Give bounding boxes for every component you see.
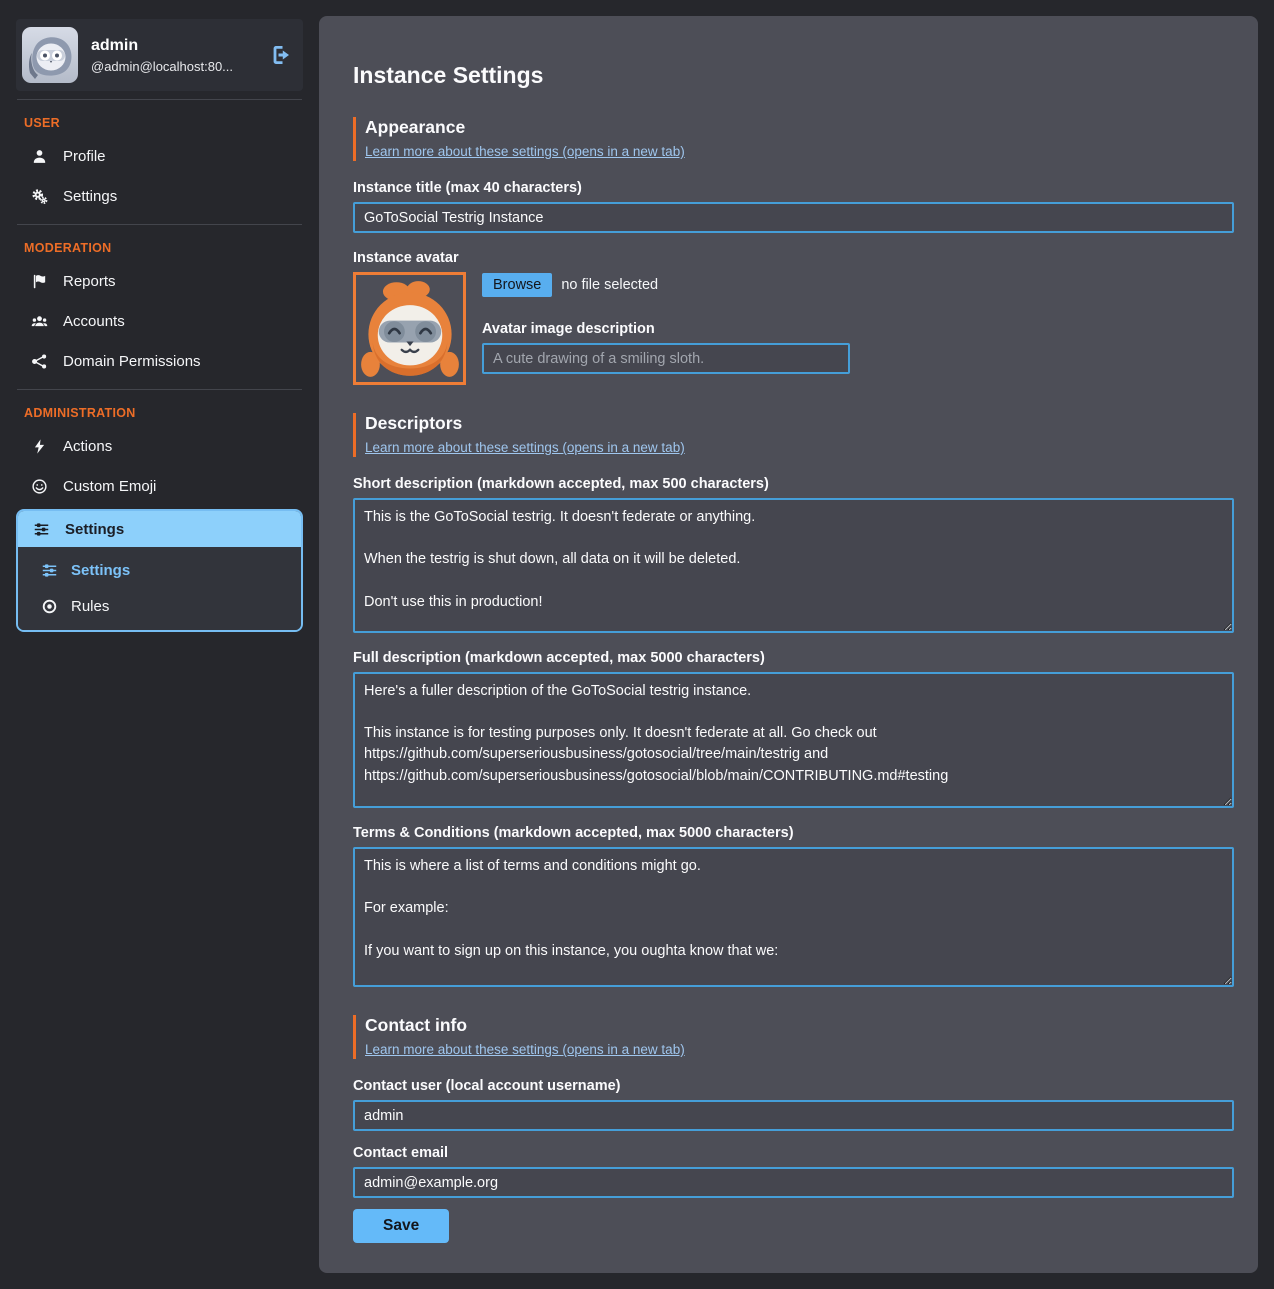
- users-icon: [30, 312, 48, 330]
- avatar-file-column: Browse no file selected Avatar image des…: [482, 272, 1234, 385]
- avatar-file-input: Browse no file selected: [482, 273, 1234, 297]
- save-button[interactable]: Save: [353, 1209, 449, 1243]
- terms-textarea[interactable]: This is where a list of terms and condit…: [353, 847, 1234, 987]
- sidebar-item-custom-emoji[interactable]: Custom Emoji: [16, 466, 303, 506]
- terms-label: Terms & Conditions (markdown accepted, m…: [353, 825, 1234, 841]
- page-title: Instance Settings: [353, 62, 1234, 89]
- profile-names: admin @admin@localhost:80...: [91, 37, 233, 74]
- profile-card[interactable]: admin @admin@localhost:80...: [16, 19, 303, 91]
- page: admin @admin@localhost:80... USER Profil…: [0, 0, 1274, 1289]
- instance-avatar-row: Browse no file selected Avatar image des…: [353, 272, 1234, 385]
- divider: [17, 224, 302, 225]
- contact-heading: Contact info: [365, 1015, 1234, 1036]
- short-description-label: Short description (markdown accepted, ma…: [353, 476, 1234, 492]
- sidebar-item-user-settings[interactable]: Settings: [16, 176, 303, 216]
- descriptors-section-header: Descriptors Learn more about these setti…: [353, 413, 1234, 457]
- sidebar-section-moderation: MODERATION: [16, 233, 303, 261]
- sidebar-item-label: Custom Emoji: [63, 478, 156, 495]
- sliders-icon: [40, 561, 58, 579]
- submenu-item-settings[interactable]: Settings: [32, 552, 301, 588]
- short-description-textarea[interactable]: This is the GoToSocial testrig. It doesn…: [353, 498, 1234, 633]
- sidebar-item-domain-permissions[interactable]: Domain Permissions: [16, 341, 303, 381]
- instance-title-input[interactable]: [353, 202, 1234, 233]
- sidebar-item-label: Actions: [63, 438, 112, 455]
- profile-handle: @admin@localhost:80...: [91, 59, 233, 74]
- contact-email-input[interactable]: [353, 1167, 1234, 1198]
- sidebar-item-label: Domain Permissions: [63, 353, 201, 370]
- contact-section-header: Contact info Learn more about these sett…: [353, 1015, 1234, 1059]
- divider: [17, 389, 302, 390]
- circle-dot-icon: [40, 597, 58, 615]
- sliders-icon: [32, 520, 50, 538]
- sidebar-item-label: Settings: [63, 188, 117, 205]
- sign-out-icon[interactable]: [269, 43, 293, 67]
- sidebar-item-label: Reports: [63, 273, 116, 290]
- share-nodes-icon: [30, 352, 48, 370]
- sidebar-section-administration: ADMINISTRATION: [16, 398, 303, 426]
- full-description-textarea[interactable]: Here's a fuller description of the GoToS…: [353, 672, 1234, 808]
- appearance-section-header: Appearance Learn more about these settin…: [353, 117, 1234, 161]
- sidebar-item-profile[interactable]: Profile: [16, 136, 303, 176]
- instance-avatar-label: Instance avatar: [353, 250, 1234, 266]
- instance-avatar-preview: [353, 272, 466, 385]
- bolt-icon: [30, 437, 48, 455]
- sidebar-item-label: Settings: [65, 521, 124, 538]
- submenu-item-rules[interactable]: Rules: [32, 588, 301, 624]
- sloth-avatar-large-icon: [358, 277, 462, 381]
- user-icon: [30, 147, 48, 165]
- sidebar-item-reports[interactable]: Reports: [16, 261, 303, 301]
- file-selected-status: no file selected: [561, 277, 658, 293]
- sloth-avatar-small-icon: [22, 27, 78, 83]
- sidebar-item-admin-settings[interactable]: Settings: [18, 511, 301, 547]
- sidebar-item-label: Profile: [63, 148, 106, 165]
- sidebar-item-accounts[interactable]: Accounts: [16, 301, 303, 341]
- contact-user-input[interactable]: [353, 1100, 1234, 1131]
- profile-username: admin: [91, 37, 233, 55]
- appearance-heading: Appearance: [365, 117, 1234, 138]
- smile-icon: [30, 477, 48, 495]
- flag-icon: [30, 272, 48, 290]
- avatar-description-label: Avatar image description: [482, 321, 1234, 337]
- avatar-description-input[interactable]: [482, 343, 850, 374]
- contact-email-label: Contact email: [353, 1145, 1234, 1161]
- sidebar: admin @admin@localhost:80... USER Profil…: [16, 16, 303, 632]
- submenu-item-label: Settings: [71, 562, 130, 579]
- submenu-item-label: Rules: [71, 598, 109, 615]
- appearance-learn-more-link[interactable]: Learn more about these settings (opens i…: [365, 144, 685, 159]
- contact-learn-more-link[interactable]: Learn more about these settings (opens i…: [365, 1042, 685, 1057]
- instance-settings-panel: Instance Settings Appearance Learn more …: [319, 16, 1258, 1273]
- descriptors-learn-more-link[interactable]: Learn more about these settings (opens i…: [365, 440, 685, 455]
- contact-user-label: Contact user (local account username): [353, 1078, 1234, 1094]
- divider: [17, 99, 302, 100]
- descriptors-heading: Descriptors: [365, 413, 1234, 434]
- sidebar-section-user: USER: [16, 108, 303, 136]
- gears-icon: [30, 187, 48, 205]
- sidebar-item-label: Accounts: [63, 313, 125, 330]
- avatar: [22, 27, 78, 83]
- instance-title-label: Instance title (max 40 characters): [353, 180, 1234, 196]
- full-description-label: Full description (markdown accepted, max…: [353, 650, 1234, 666]
- browse-button[interactable]: Browse: [482, 273, 552, 297]
- settings-menu-group: Settings Settings: [16, 509, 303, 632]
- sidebar-item-actions[interactable]: Actions: [16, 426, 303, 466]
- settings-submenu: Settings Rules: [18, 547, 301, 630]
